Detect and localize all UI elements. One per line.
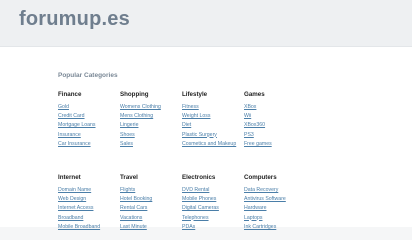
category-link[interactable]: Flights [120,186,190,195]
category-link[interactable]: Antivirus Software [244,195,314,204]
category-column-internet: Internet Domain Name Web Design Internet Ac… [58,174,128,232]
category-link[interactable]: Wii [244,112,314,121]
category-link[interactable]: Ink Cartridges [244,223,314,232]
category-link[interactable]: Laptops [244,214,314,223]
category-link[interactable]: Lingerie [120,121,190,130]
category-heading: Electronics [182,174,216,181]
category-heading: Computers [244,174,277,181]
category-link[interactable]: Telephones [182,214,252,223]
category-link[interactable]: Free games [244,140,314,149]
category-heading: Lifestyle [182,91,208,98]
category-link[interactable]: Mens Clothing [120,112,190,121]
category-link[interactable]: XBox360 [244,121,314,130]
category-link[interactable]: Weight Loss [182,112,252,121]
category-link[interactable]: Cosmetics and Makeup [182,140,252,149]
category-link[interactable]: Mortgage Loans [58,121,128,130]
category-link[interactable]: Car Insurance [58,140,128,149]
category-link[interactable]: Sales [120,140,190,149]
category-link[interactable]: Shoes [120,131,190,140]
category-link[interactable]: Plastic Surgery [182,131,252,140]
category-link[interactable]: DVD Rental [182,186,252,195]
category-link[interactable]: Rental Cars [120,204,190,213]
category-link[interactable]: PDAs [182,223,252,232]
site-header: forumup.es [0,0,412,47]
category-link[interactable]: Web Design [58,195,128,204]
category-link[interactable]: XBox [244,103,314,112]
category-link[interactable]: Insurance [58,131,128,140]
category-column-computers: Computers Data Recovery Antivirus Software… [244,174,314,232]
category-heading: Finance [58,91,82,98]
main-content: Popular Categories Finance Gold Credit Car… [0,47,412,230]
category-heading: Travel [120,174,138,181]
category-heading: Internet [58,174,81,181]
category-column-lifestyle: Lifestyle Fitness Weight Loss Diet Plastic S… [182,91,252,149]
category-column-finance: Finance Gold Credit Card Mortgage Loans Insu… [58,91,128,149]
category-link[interactable]: Hardware [244,204,314,213]
category-column-games: Games XBox Wii XBox360 PS3 Free games [244,91,314,149]
category-link[interactable]: Credit Card [58,112,128,121]
category-link[interactable]: Data Recovery [244,186,314,195]
category-column-electronics: Electronics DVD Rental Mobile Phones Digita… [182,174,252,232]
category-link[interactable]: Mobile Phones [182,195,252,204]
category-link[interactable]: Gold [58,103,128,112]
category-column-travel: Travel Flights Hotel Booking Rental Cars Vac… [120,174,190,232]
category-column-shopping: Shopping Womens Clothing Mens Clothing Ling… [120,91,190,149]
category-link[interactable]: Fitness [182,103,252,112]
category-link[interactable]: Vacations [120,214,190,223]
category-heading: Shopping [120,91,149,98]
category-link[interactable]: Digital Cameras [182,204,252,213]
category-link[interactable]: Womens Clothing [120,103,190,112]
category-heading: Games [244,91,265,98]
category-link[interactable]: Internet Access [58,204,128,213]
category-link[interactable]: Last Minute [120,223,190,232]
category-link[interactable]: Domain Name [58,186,128,195]
category-link[interactable]: Mobile Broadband [58,223,128,232]
category-link[interactable]: PS3 [244,131,314,140]
category-link[interactable]: Hotel Booking [120,195,190,204]
category-link[interactable]: Diet [182,121,252,130]
section-title: Popular Categories [58,72,118,79]
category-link[interactable]: Broadband [58,214,128,223]
site-logo[interactable]: forumup.es [19,8,130,31]
